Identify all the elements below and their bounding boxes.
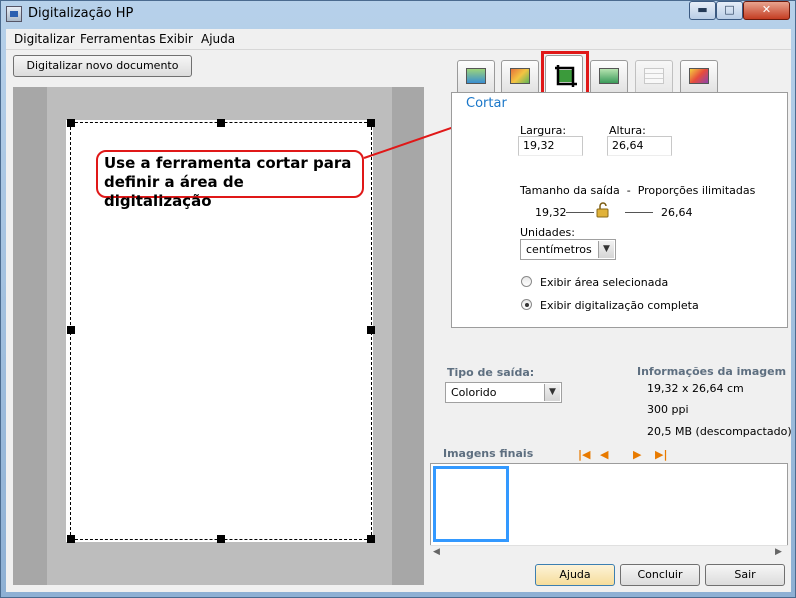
adjustments-tab[interactable]: [635, 60, 673, 92]
units-select-value: centímetros: [526, 243, 592, 256]
sliders-tab-icon: [644, 68, 664, 84]
thumbnail-scrollbar[interactable]: ◀ ▶: [430, 545, 788, 559]
scroll-right-icon[interactable]: ▶: [775, 547, 782, 557]
scan-settings-tab-icon: [466, 68, 486, 84]
final-images-title: Imagens finais: [443, 447, 534, 460]
image-size: 20,5 MB (descompactado): [647, 425, 792, 438]
link-line-right: [625, 212, 653, 213]
magic-wand-tab-icon: [689, 68, 709, 84]
output-height-value: 26,64: [661, 206, 693, 219]
output-arrow-tab-icon: [599, 68, 619, 84]
final-image-thumbnail[interactable]: [433, 466, 509, 542]
show-selected-area-radio[interactable]: [521, 276, 532, 287]
chevron-down-icon[interactable]: ▼: [544, 384, 560, 401]
scroll-left-icon[interactable]: ◀: [433, 547, 440, 557]
first-image-icon[interactable]: |◀: [578, 448, 590, 461]
width-field[interactable]: 19,32: [518, 136, 583, 156]
output-type-value: Colorido: [451, 386, 497, 399]
finish-button[interactable]: Concluir: [620, 564, 700, 586]
show-full-scan-radio[interactable]: [521, 299, 532, 310]
link-line-left: [566, 212, 594, 213]
output-type-label: Tipo de saída:: [447, 366, 535, 379]
scan-settings-tab[interactable]: [457, 60, 495, 92]
image-resolution: 300 ppi: [647, 403, 689, 416]
help-button[interactable]: Ajuda: [535, 564, 615, 586]
output-tab[interactable]: [590, 60, 628, 92]
crop-panel-title: Cortar: [466, 96, 507, 111]
enhance-tab[interactable]: [680, 60, 718, 92]
previous-image-icon[interactable]: ◀: [600, 448, 608, 461]
height-field[interactable]: 26,64: [607, 136, 672, 156]
chevron-down-icon[interactable]: ▼: [598, 241, 614, 258]
output-width-value: 19,32: [535, 206, 567, 219]
show-full-scan-label[interactable]: Exibir digitalização completa: [540, 299, 699, 312]
output-type-select[interactable]: Colorido ▼: [445, 382, 562, 403]
units-label: Unidades:: [520, 226, 575, 239]
padlock-open-icon[interactable]: [596, 202, 610, 218]
image-info-title: Informações da imagem: [637, 365, 787, 378]
last-image-icon[interactable]: ▶|: [655, 448, 667, 461]
image-dimensions: 19,32 x 26,64 cm: [647, 382, 744, 395]
show-selected-area-label[interactable]: Exibir área selecionada: [540, 276, 668, 289]
color-adjust-tab-icon: [510, 68, 530, 84]
output-size-label: Tamanho da saída - Proporções ilimitadas: [520, 184, 756, 197]
color-adjust-tab[interactable]: [501, 60, 539, 92]
units-select[interactable]: centímetros ▼: [520, 239, 616, 260]
exit-button[interactable]: Sair: [705, 564, 785, 586]
next-image-icon[interactable]: ▶: [633, 448, 641, 461]
